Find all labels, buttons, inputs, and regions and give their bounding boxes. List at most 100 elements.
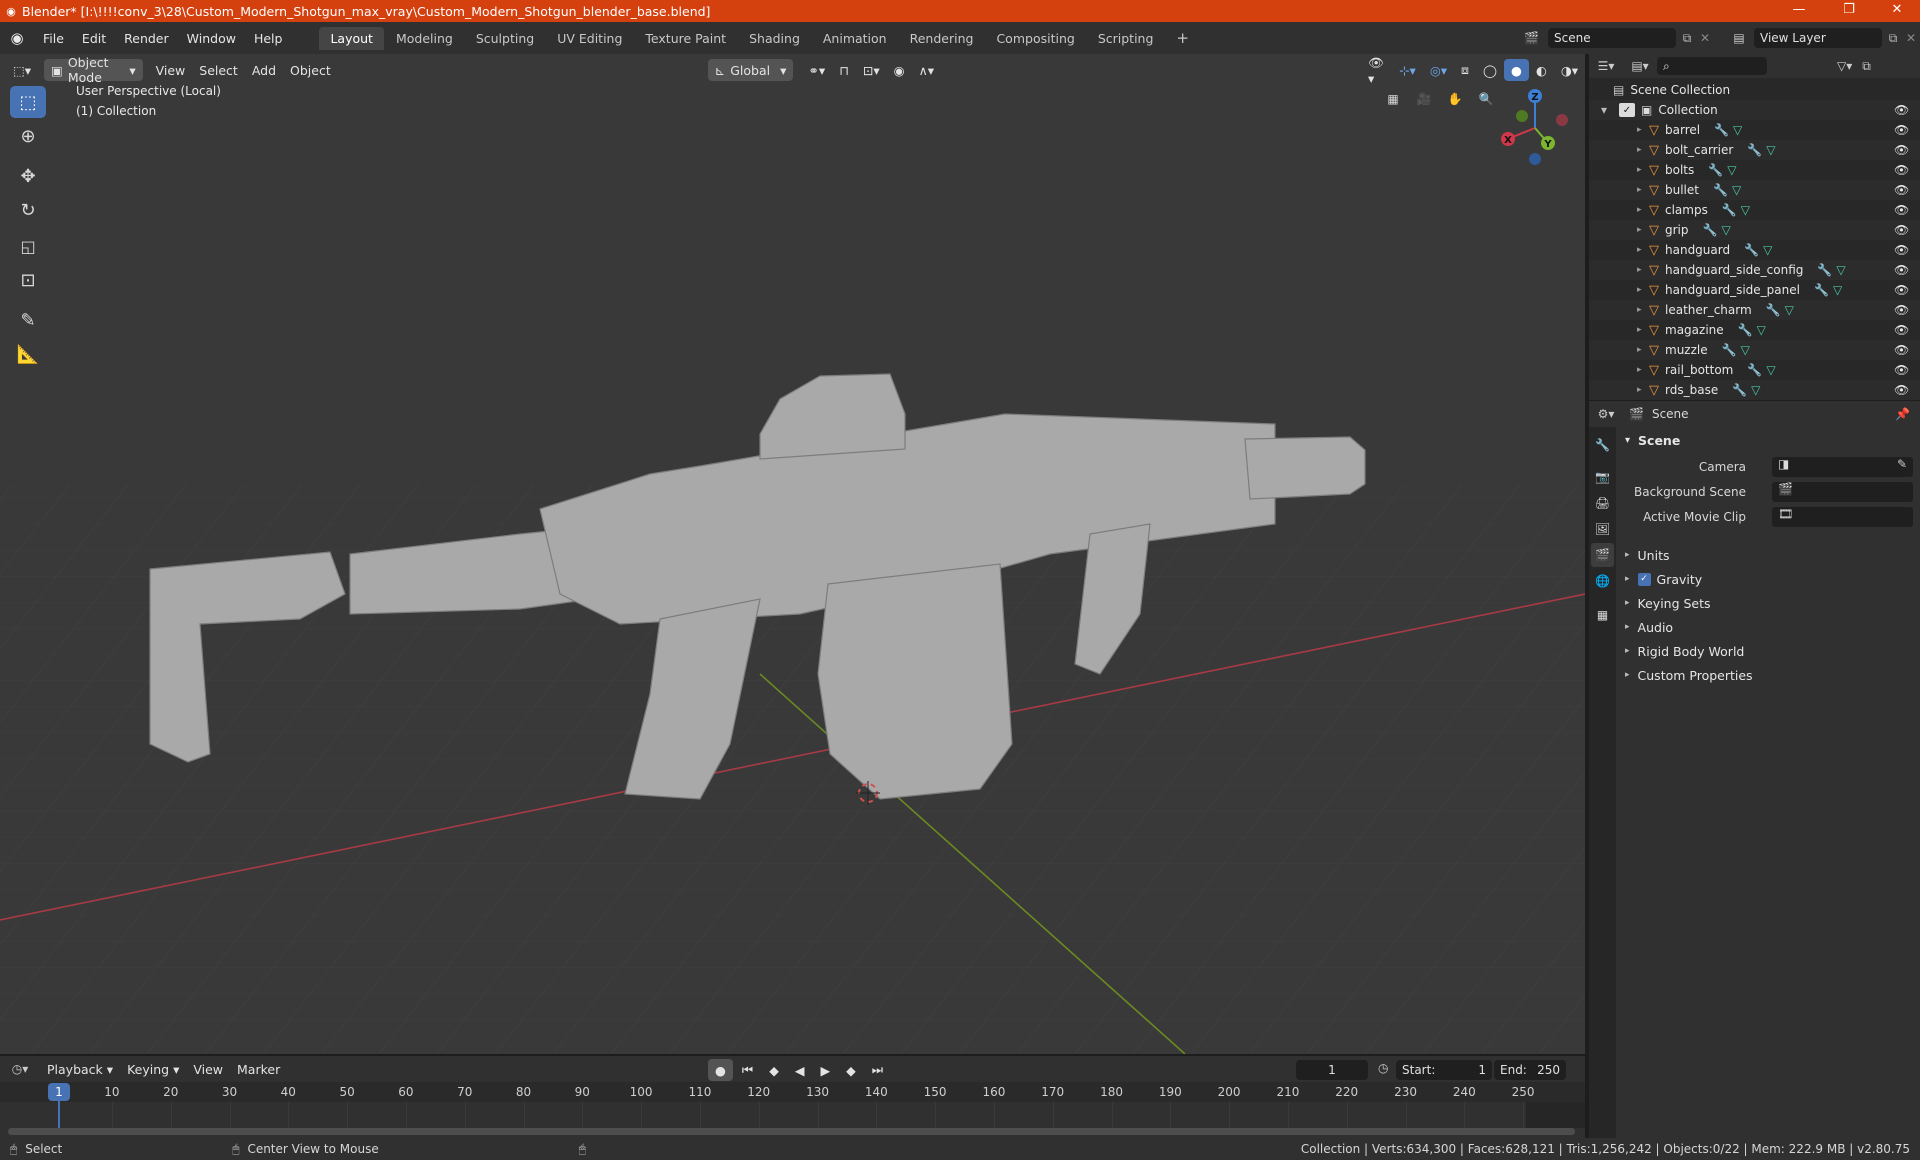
mesh-data-icon[interactable]: ▽ <box>1741 343 1750 357</box>
falloff-icon[interactable]: ∧▾ <box>912 59 941 81</box>
world-tab-icon[interactable]: 🌐 <box>1591 569 1614 593</box>
xray-toggle-icon[interactable]: ⧈ <box>1454 59 1476 81</box>
camera-view-icon[interactable]: 🎥 <box>1411 86 1437 112</box>
texture-tab-icon[interactable]: ▦ <box>1591 603 1614 627</box>
outliner-object-row[interactable]: ▸ ▽ handguard_side_panel 🔧 ▽ 👁 <box>1589 280 1920 300</box>
visibility-eye-icon[interactable]: 👁 <box>1894 323 1909 337</box>
modifier-icon[interactable]: 🔧 <box>1766 303 1781 317</box>
menu-file[interactable]: File <box>34 31 73 46</box>
blender-menu-icon[interactable]: ◉ <box>0 29 34 47</box>
visibility-eye-icon[interactable]: 👁 <box>1894 283 1909 297</box>
collection-row[interactable]: ▾ ✓ ▣ Collection 👁 <box>1589 100 1920 120</box>
render-tab-icon[interactable]: 📷 <box>1591 465 1614 489</box>
viewport-canvas[interactable] <box>0 54 1585 1054</box>
jump-end-icon[interactable]: ⏭ <box>865 1059 890 1081</box>
select-box-tool[interactable]: ⬚ <box>10 86 46 118</box>
new-view-layer-icon[interactable]: ⧉ <box>1882 31 1904 46</box>
eyedropper-icon[interactable]: ✎ <box>1897 457 1907 471</box>
annotate-tool[interactable]: ✎ <box>10 304 46 336</box>
scene-selector[interactable]: Scene <box>1548 28 1676 48</box>
clock-icon[interactable]: ◷ <box>1378 1061 1388 1075</box>
modifier-icon[interactable]: 🔧 <box>1703 223 1718 237</box>
editor-type-icon[interactable]: ⬚▾ <box>6 59 40 81</box>
expand-arrow-icon[interactable]: ▸ <box>1637 325 1649 335</box>
overlays-toggle-icon[interactable]: ◎▾ <box>1423 59 1454 81</box>
output-tab-icon[interactable]: 🖨 <box>1591 491 1614 515</box>
scene-tab-icon[interactable]: 🎬 <box>1591 543 1614 567</box>
tab-uv-editing[interactable]: UV Editing <box>546 27 633 50</box>
modifier-icon[interactable]: 🔧 <box>1738 323 1753 337</box>
snap-target-icon[interactable]: ⊡▾ <box>856 59 887 81</box>
shading-material-icon[interactable]: ◐ <box>1529 59 1554 81</box>
3d-viewport[interactable]: ⬚▾ ▣ Object Mode ▾ View Select Add Object … <box>0 54 1585 1054</box>
section-audio[interactable]: ▸ Audio <box>1625 616 1673 638</box>
visibility-eye-icon[interactable]: 👁 <box>1894 363 1909 377</box>
outliner-object-row[interactable]: ▸ ▽ magazine 🔧 ▽ 👁 <box>1589 320 1920 340</box>
delete-view-layer-icon[interactable]: ✕ <box>1904 31 1918 45</box>
transform-orientation-selector[interactable]: ⊾ Global ▾ <box>707 59 794 81</box>
expand-arrow-icon[interactable]: ▸ <box>1637 305 1649 315</box>
visibility-eye-icon[interactable]: 👁 <box>1894 243 1909 257</box>
toggle-grid-icon[interactable]: ▦ <box>1380 86 1406 112</box>
section-gravity[interactable]: ▸ ✓ Gravity <box>1625 568 1702 590</box>
mesh-data-icon[interactable]: ▽ <box>1833 283 1842 297</box>
outliner-object-row[interactable]: ▸ ▽ handguard 🔧 ▽ 👁 <box>1589 240 1920 260</box>
restore-button[interactable]: ❐ <box>1826 0 1872 22</box>
playhead[interactable]: 1 <box>48 1083 70 1101</box>
outliner-object-row[interactable]: ▸ ▽ rds_base 🔧 ▽ 👁 <box>1589 380 1920 400</box>
menu-playback[interactable]: Playback ▾ <box>40 1058 120 1080</box>
timeline-scrollbar[interactable] <box>8 1128 1575 1135</box>
modifier-icon[interactable]: 🔧 <box>1817 263 1832 277</box>
modifier-icon[interactable]: 🔧 <box>1722 343 1737 357</box>
properties-editor-type-icon[interactable]: ⚙▾ <box>1589 407 1623 421</box>
mesh-data-icon[interactable]: ▽ <box>1785 303 1794 317</box>
expand-arrow-icon[interactable]: ▸ <box>1637 165 1649 175</box>
outliner-editor-type-icon[interactable]: ☰▾ <box>1589 59 1623 73</box>
scene-collection-row[interactable]: ▤ Scene Collection <box>1589 80 1920 100</box>
mesh-data-icon[interactable]: ▽ <box>1766 363 1775 377</box>
close-button[interactable]: ✕ <box>1874 0 1920 22</box>
menu-marker[interactable]: Marker <box>230 1058 287 1080</box>
expand-arrow-icon[interactable]: ▸ <box>1637 125 1649 135</box>
visibility-eye-icon[interactable]: 👁 <box>1894 303 1909 317</box>
visibility-eye-icon[interactable]: 👁 <box>1894 223 1909 237</box>
shading-rendered-icon[interactable]: ◑▾ <box>1554 59 1585 81</box>
play-reverse-icon[interactable]: ◀ <box>788 1059 812 1081</box>
snap-icon[interactable]: ⊓ <box>832 59 856 81</box>
menu-object[interactable]: Object <box>283 59 338 81</box>
menu-view[interactable]: View <box>149 59 193 81</box>
modifier-icon[interactable]: 🔧 <box>1713 183 1728 197</box>
menu-render[interactable]: Render <box>115 31 178 46</box>
section-units[interactable]: ▸ Units <box>1625 544 1670 566</box>
tab-scripting[interactable]: Scripting <box>1087 27 1165 50</box>
gravity-checkbox[interactable]: ✓ <box>1637 572 1651 586</box>
mesh-data-icon[interactable]: ▽ <box>1757 323 1766 337</box>
view-layer-tab-icon[interactable]: 🖼 <box>1591 517 1614 541</box>
modifier-icon[interactable]: 🔧 <box>1744 243 1759 257</box>
collection-checkbox[interactable]: ✓ <box>1619 103 1635 117</box>
new-scene-icon[interactable]: ⧉ <box>1676 31 1698 46</box>
tab-rendering[interactable]: Rendering <box>899 27 985 50</box>
expand-arrow-icon[interactable]: ▸ <box>1637 145 1649 155</box>
section-keying-sets[interactable]: ▸ Keying Sets <box>1625 592 1711 614</box>
mesh-data-icon[interactable]: ▽ <box>1741 203 1750 217</box>
outliner-object-row[interactable]: ▸ ▽ handguard_side_config 🔧 ▽ 👁 <box>1589 260 1920 280</box>
modifier-icon[interactable]: 🔧 <box>1722 203 1737 217</box>
next-keyframe-icon[interactable]: ◆ <box>839 1059 863 1081</box>
mesh-data-icon[interactable]: ▽ <box>1836 263 1845 277</box>
delete-scene-icon[interactable]: ✕ <box>1698 31 1712 45</box>
pin-icon[interactable]: 📌 <box>1895 407 1910 421</box>
outliner-object-row[interactable]: ▸ ▽ clamps 🔧 ▽ 👁 <box>1589 200 1920 220</box>
expand-arrow-icon[interactable]: ▸ <box>1637 285 1649 295</box>
modifier-icon[interactable]: 🔧 <box>1714 123 1729 137</box>
timeline[interactable]: ◷▾ Playback ▾ Keying ▾ View Marker ● ⏮ ◆ ◀… <box>0 1056 1585 1138</box>
background-scene-field[interactable]: 🎬 <box>1772 482 1913 502</box>
expand-arrow-icon[interactable]: ▸ <box>1637 245 1649 255</box>
tab-modeling[interactable]: Modeling <box>385 27 464 50</box>
view-layer-icon[interactable]: ▤ <box>1724 31 1754 45</box>
section-rigid-body-world[interactable]: ▸ Rigid Body World <box>1625 640 1744 662</box>
outliner-object-row[interactable]: ▸ ▽ bullet 🔧 ▽ 👁 <box>1589 180 1920 200</box>
modifier-icon[interactable]: 🔧 <box>1747 143 1762 157</box>
visibility-eye-icon[interactable]: 👁 <box>1894 383 1909 397</box>
outliner-object-row[interactable]: ▸ ▽ bolts 🔧 ▽ 👁 <box>1589 160 1920 180</box>
